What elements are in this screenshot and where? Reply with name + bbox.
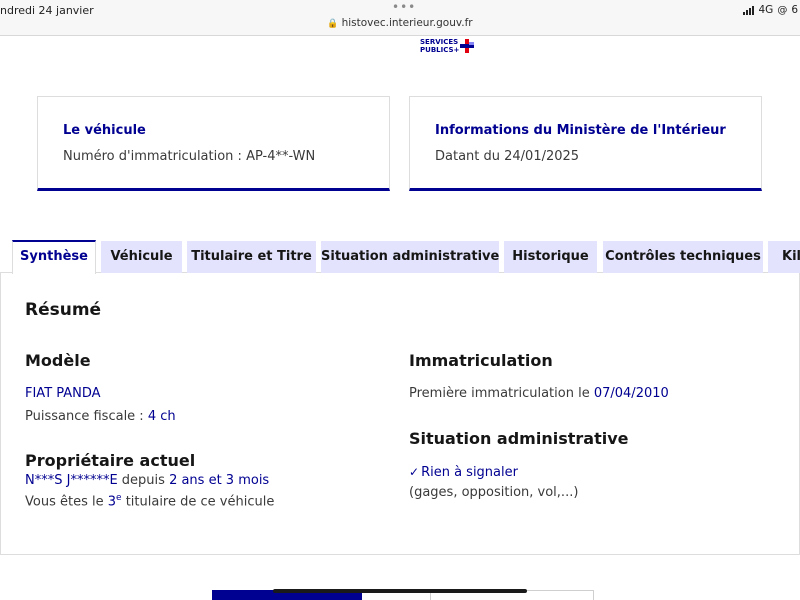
services-publics-logo[interactable]: SERVICES PUBLICS+ [420, 38, 474, 54]
tab-vehicule[interactable]: Véhicule [101, 241, 182, 273]
owner-rank-number: 3 [107, 494, 117, 510]
data-date: Datant du 24/01/2025 [435, 149, 580, 164]
plus-logo-icon [460, 39, 476, 53]
first-registration: Première immatriculation le 07/04/2010 [409, 386, 669, 401]
admin-status-detail: (gages, opposition, vol,...) [409, 485, 579, 500]
owner-rank-prefix: Vous êtes le [25, 494, 108, 510]
owner-line: N***S J******E depuis 2 ans et 3 mois [25, 473, 269, 488]
vehicle-card: Le véhicule Numéro d'immatriculation : A… [37, 96, 390, 191]
tab-situation-administrative[interactable]: Situation administrative [321, 241, 499, 273]
tab-controles-techniques[interactable]: Contrôles techniques [603, 241, 763, 273]
logo-line-1: SERVICES [420, 38, 459, 46]
model-name: FIAT PANDA [25, 386, 101, 401]
owner-heading: Propriétaire actuel [25, 451, 196, 470]
owner-rank-suffix: titulaire de ce véhicule [121, 494, 275, 510]
ministry-card-title: Informations du Ministère de l'Intérieur [435, 123, 726, 138]
admin-status-text: Rien à signaler [421, 465, 518, 480]
more-dots-icon[interactable]: ••• [392, 0, 416, 14]
lock-icon: 🔒 [327, 19, 339, 29]
home-indicator[interactable] [273, 589, 527, 593]
orientation-lock-icon: @ [777, 4, 788, 16]
admin-status-heading: Situation administrative [409, 429, 629, 448]
fiscal-power-label: Puissance fiscale : [25, 409, 148, 424]
battery-label: 6 [791, 4, 798, 16]
fiscal-power-value: 4 ch [147, 409, 176, 424]
model-heading: Modèle [25, 351, 91, 370]
signal-icon [743, 5, 755, 15]
vehicle-card-title: Le véhicule [63, 123, 146, 138]
fiscal-power: Puissance fiscale : 4 ch [25, 409, 176, 424]
summary-title: Résumé [25, 300, 102, 320]
ownership-duration: 2 ans et 3 mois [169, 473, 270, 488]
tab-synthese[interactable]: Synthèse [12, 240, 96, 274]
status-indicators: 4G @ 6 [743, 4, 798, 16]
ministry-info-card: Informations du Ministère de l'Intérieur… [409, 96, 762, 191]
tab-list: Synthèse Véhicule Titulaire et Titre Sit… [0, 240, 800, 274]
tab-titulaire-titre[interactable]: Titulaire et Titre [187, 241, 316, 273]
first-registration-label: Première immatriculation le [409, 386, 594, 401]
logo-line-2: PUBLICS+ [420, 46, 460, 54]
owner-name: N***S J******E [25, 473, 118, 488]
admin-status: ✓ Rien à signaler [409, 465, 518, 480]
browser-status-bar: ndredi 24 janvier ••• 🔒 histovec.interieu… [0, 0, 800, 36]
owner-rank: Vous êtes le 3e titulaire de ce véhicule [25, 493, 274, 509]
tab-historique[interactable]: Historique [504, 241, 597, 273]
status-date: ndredi 24 janvier [0, 4, 94, 17]
check-icon: ✓ [409, 465, 420, 479]
url-text: histovec.interieur.gouv.fr [341, 17, 473, 29]
network-label: 4G [758, 4, 774, 16]
tab-kilometrage[interactable]: Kilo [768, 241, 800, 273]
registration-heading: Immatriculation [409, 351, 553, 370]
registration-number: Numéro d'immatriculation : AP-4**-WN [63, 149, 316, 164]
address-bar[interactable]: 🔒 histovec.interieur.gouv.fr [0, 17, 800, 29]
first-registration-date: 07/04/2010 [593, 386, 669, 401]
owner-since-label: depuis [117, 473, 170, 488]
